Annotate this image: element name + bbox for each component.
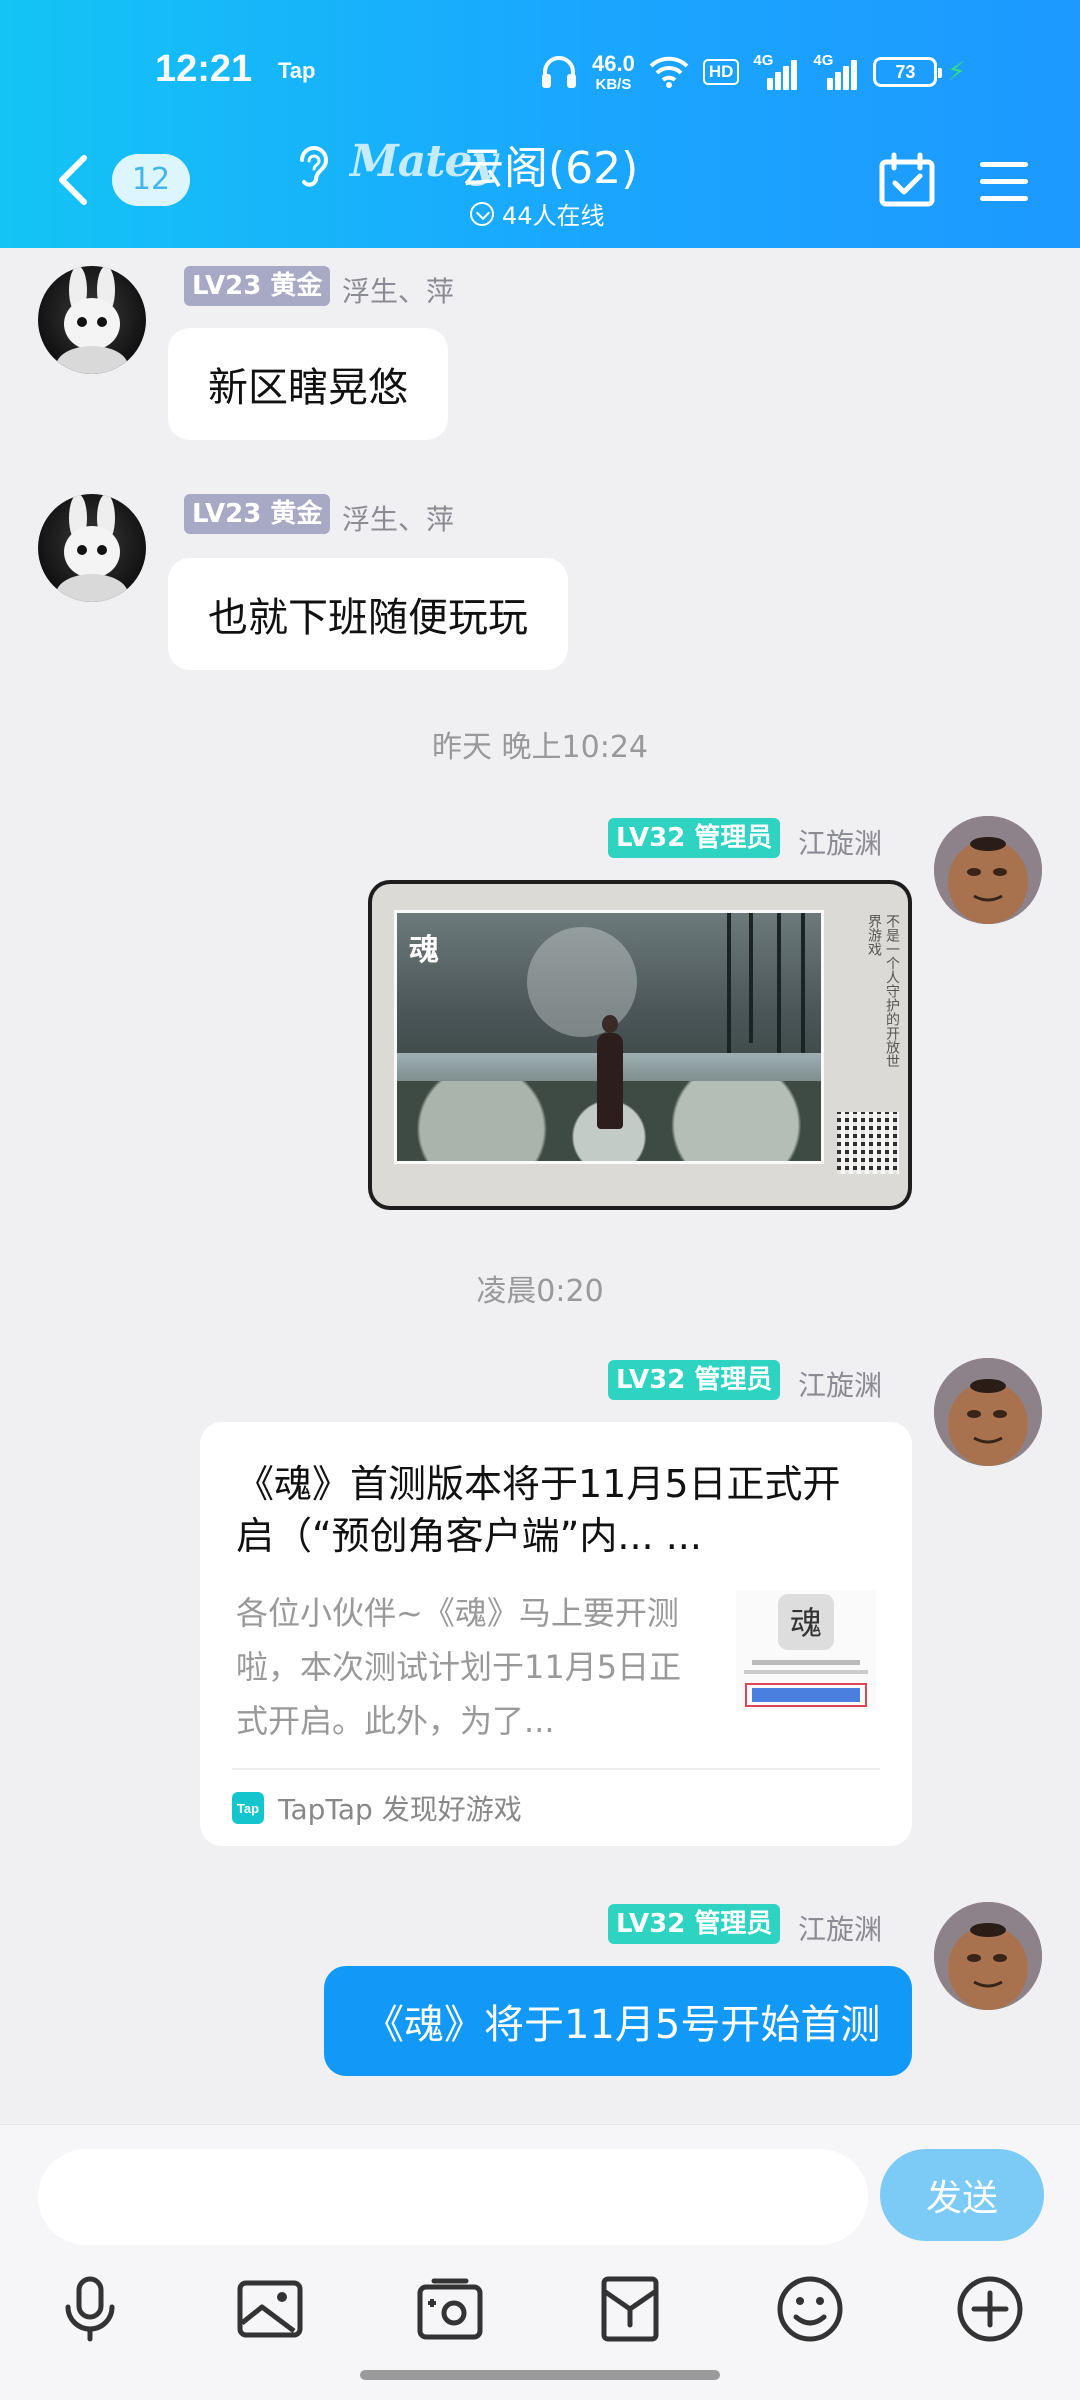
group-name[interactable]: 云阁(62): [460, 132, 638, 196]
message-text: 《魂》将于11月5号开始首测: [364, 2002, 881, 2048]
avatar[interactable]: [38, 494, 146, 602]
sender-nickname[interactable]: 江旋渊: [798, 1908, 882, 1948]
chevron-down-icon: [470, 201, 494, 226]
sender-nickname[interactable]: 浮生、萍: [342, 270, 454, 310]
link-card-thumbnail: 魂: [736, 1590, 876, 1710]
gift-box-icon[interactable]: [594, 2273, 666, 2345]
network-speed-value: 46.0: [592, 50, 635, 76]
link-card-description: 各位小伙伴~《魂》马上要开测啦，本次测试计划于11月5日正式开启。此外，为了..…: [236, 1594, 682, 1740]
game-logo: 魂: [409, 933, 439, 968]
svg-text:魂: 魂: [790, 1604, 822, 1642]
rabbit-avatar-image: [56, 494, 128, 602]
bear-avatar-image: [934, 1902, 1042, 2010]
input-toolbar: [0, 2265, 1080, 2355]
signal-sim2-icon: 4G: [813, 52, 859, 90]
admin-badge: LV32 管理员: [608, 1904, 781, 1944]
image-message[interactable]: 魂 不是一个人守护的开放世界游戏: [368, 880, 912, 1210]
image-icon[interactable]: [234, 2273, 306, 2345]
link-card-source: Tap TapTap 发现好游戏: [232, 1788, 522, 1828]
game-poster-image: 魂 不是一个人守护的开放世界游戏: [372, 884, 908, 1206]
menu-icon[interactable]: [978, 160, 1030, 204]
ear-icon[interactable]: [292, 142, 332, 192]
message-input[interactable]: [38, 2149, 868, 2245]
hd-badge: HD: [702, 59, 740, 85]
camera-icon[interactable]: [414, 2273, 486, 2345]
message-bubble[interactable]: 《魂》将于11月5号开始首测: [324, 1966, 912, 2076]
calendar-check-icon[interactable]: [878, 152, 936, 208]
poster-side-text: 不是一个人守护的开放世界游戏: [866, 914, 900, 1068]
microphone-icon[interactable]: [54, 2273, 126, 2345]
battery-level: 73: [873, 57, 943, 87]
message-bubble[interactable]: 也就下班随便玩玩: [168, 558, 568, 670]
back-button[interactable]: [52, 150, 96, 210]
bear-avatar-image: [934, 1358, 1042, 1466]
plus-icon[interactable]: [954, 2273, 1026, 2345]
network-speed: 46.0 KB/S: [592, 50, 635, 93]
headphones-icon: [542, 56, 576, 88]
admin-badge: LV32 管理员: [608, 818, 781, 858]
send-button[interactable]: 发送: [880, 2149, 1044, 2241]
emoji-icon[interactable]: [774, 2273, 846, 2345]
signal-sim1-icon: 4G: [753, 52, 799, 90]
sender-nickname[interactable]: 江旋渊: [798, 822, 882, 862]
level-badge: LV23 黄金: [184, 494, 331, 534]
chat-header: 12:21 Tap 46.0 KB/S HD 4G 4G 73 ⚡ 12 Mat…: [0, 0, 1080, 248]
network-speed-unit: KB/S: [595, 75, 632, 93]
unread-count-badge[interactable]: 12: [112, 154, 190, 206]
taptap-logo-icon: Tap: [232, 1792, 264, 1824]
input-area: 发送: [0, 2124, 1080, 2400]
avatar[interactable]: [38, 266, 146, 374]
status-time: 12:21: [155, 48, 253, 90]
status-icons: 46.0 KB/S HD 4G 4G 73 ⚡: [540, 50, 966, 94]
link-card-source-text: TapTap 发现好游戏: [278, 1793, 522, 1826]
charging-icon: ⚡: [947, 57, 966, 87]
link-card-title: 《魂》首测版本将于11月5日正式开启（“预创角客户端”内... ...: [236, 1462, 841, 1558]
sender-nickname[interactable]: 江旋渊: [798, 1364, 882, 1404]
rabbit-avatar-image: [56, 266, 128, 374]
divider: [232, 1768, 880, 1770]
time-separator: 昨天 晚上10:24: [432, 730, 648, 765]
avatar[interactable]: [934, 816, 1042, 924]
avatar[interactable]: [934, 1358, 1042, 1466]
level-badge: LV23 黄金: [184, 266, 331, 306]
message-bubble[interactable]: 新区瞎晃悠: [168, 328, 448, 440]
battery-icon: 73 ⚡: [873, 57, 966, 87]
message-text: 也就下班随便玩玩: [208, 595, 528, 641]
online-count[interactable]: 44人在线: [470, 196, 605, 231]
status-carrier: Tap: [278, 58, 316, 83]
sender-nickname[interactable]: 浮生、萍: [342, 498, 454, 538]
link-card[interactable]: 《魂》首测版本将于11月5日正式开启（“预创角客户端”内... ... 各位小伙…: [200, 1422, 912, 1846]
time-separator: 凌晨0:20: [476, 1274, 604, 1309]
admin-badge: LV32 管理员: [608, 1360, 781, 1400]
online-count-text: 44人在线: [502, 202, 605, 230]
character-figure: [597, 1015, 623, 1129]
home-indicator[interactable]: [360, 2370, 720, 2380]
qr-code-icon: [837, 1112, 899, 1174]
message-text: 新区瞎晃悠: [208, 365, 408, 411]
wifi-icon: [649, 56, 689, 88]
avatar[interactable]: [934, 1902, 1042, 2010]
bear-avatar-image: [934, 816, 1042, 924]
